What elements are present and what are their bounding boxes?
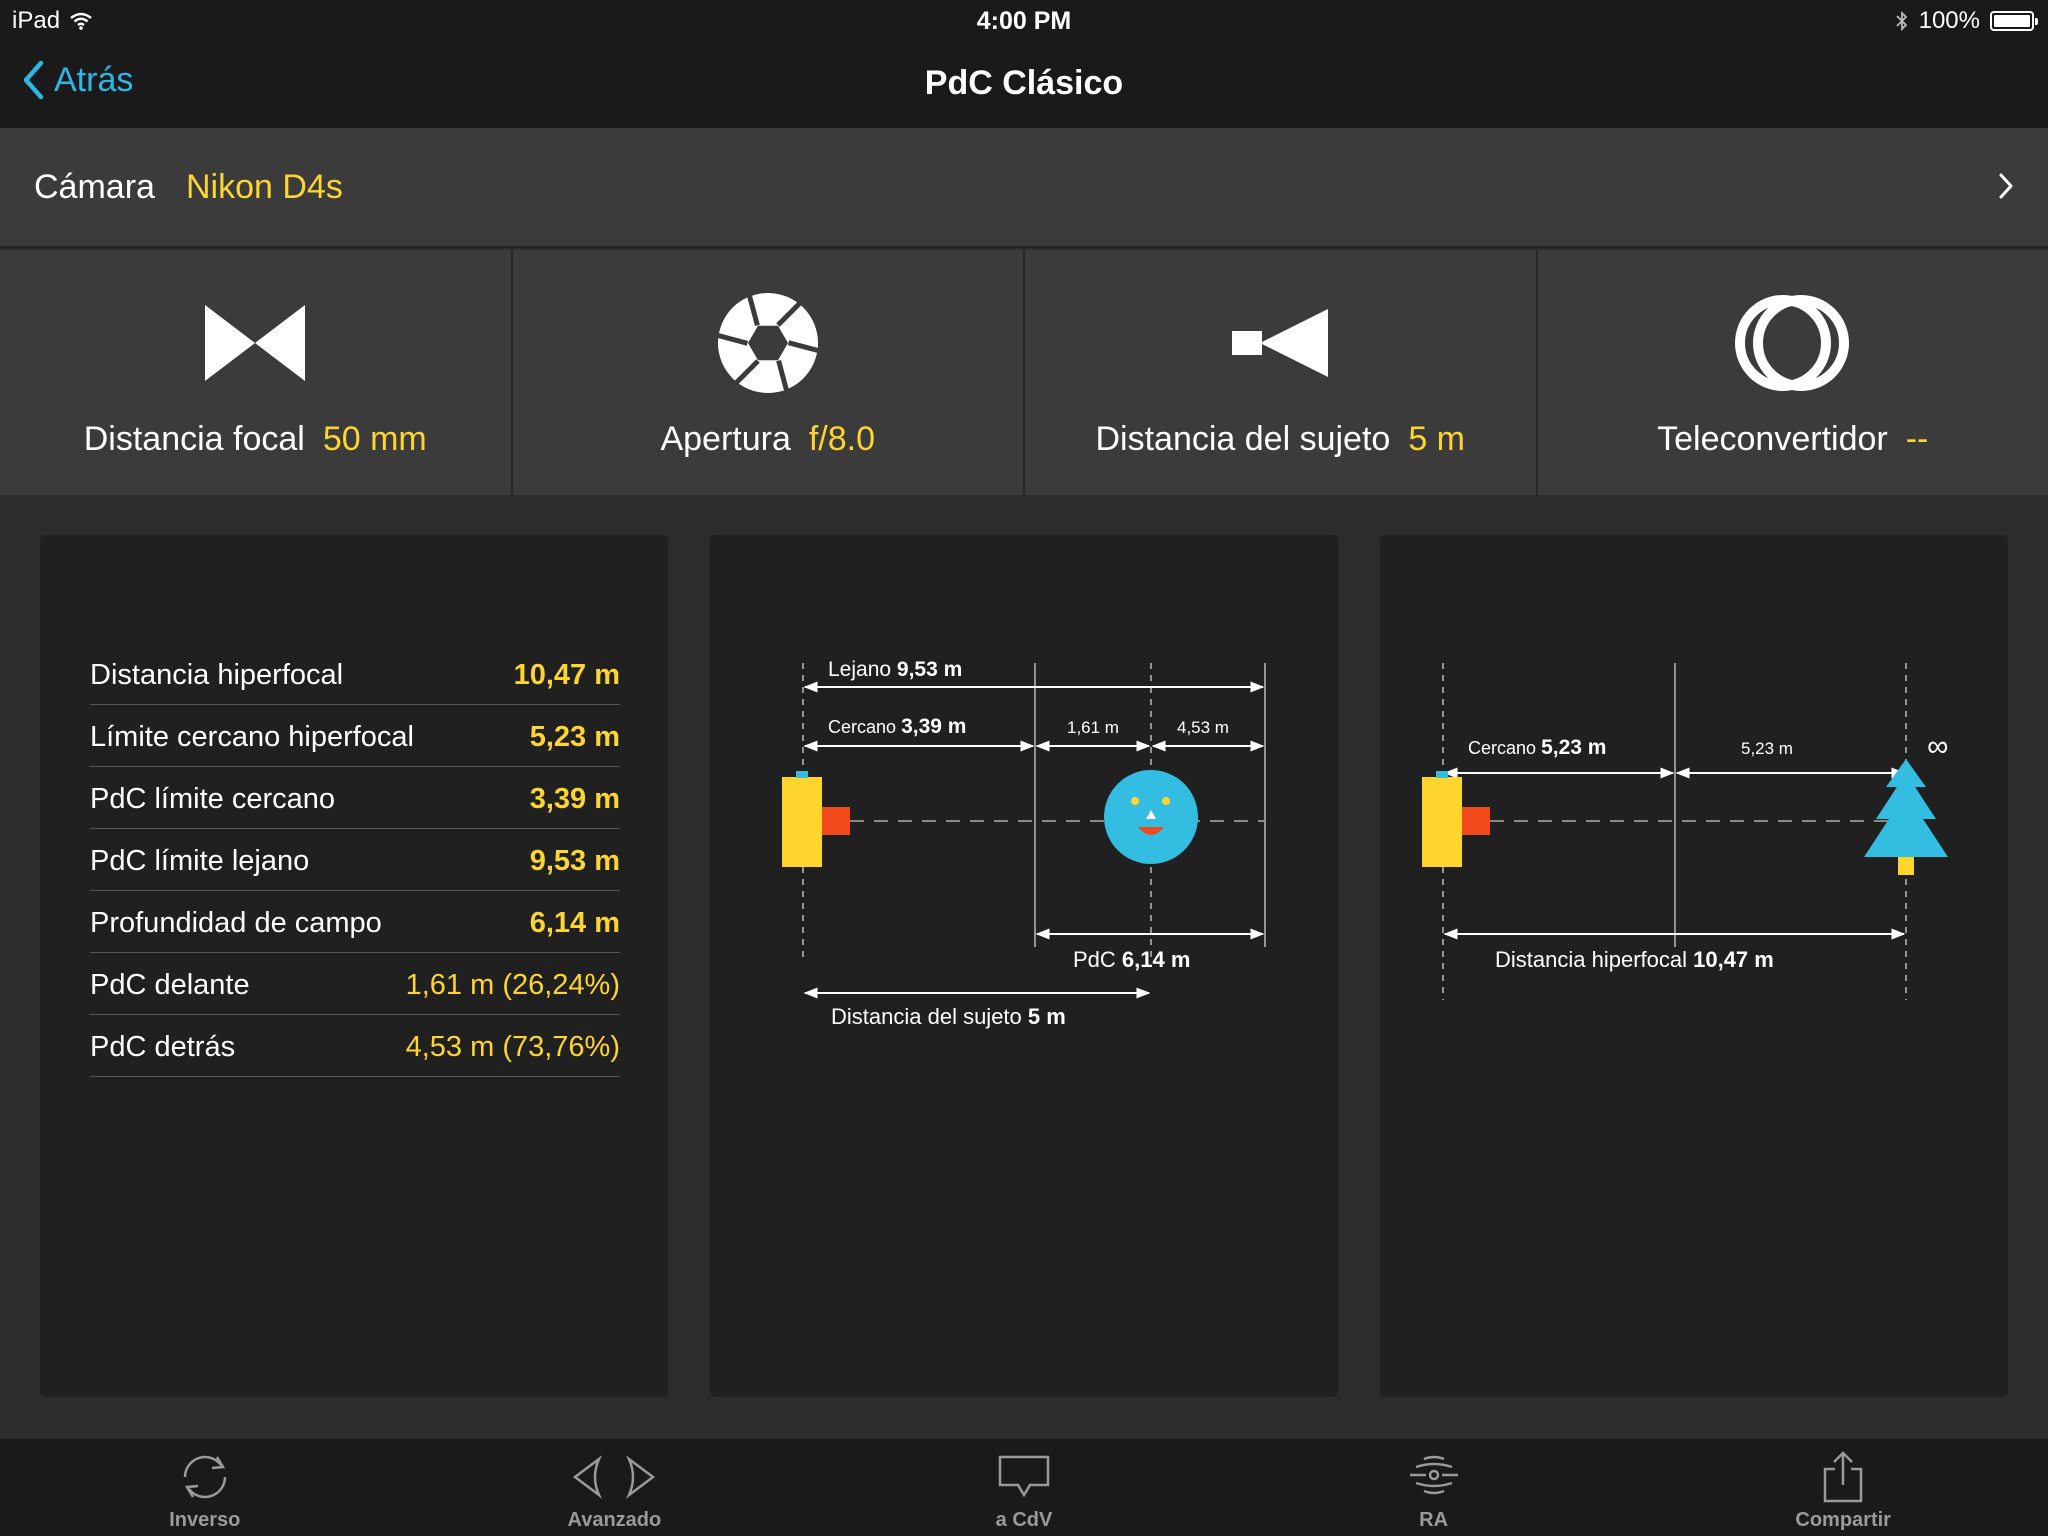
focal-length-value: 50 mm	[322, 420, 427, 458]
camera-lens	[1462, 807, 1490, 835]
page-title: PdC Clásico	[924, 64, 1124, 102]
result-value: 6,14 m	[529, 907, 620, 939]
share-icon	[1638, 1449, 2048, 1505]
teleconverter-value: --	[1905, 420, 1929, 458]
aperture-icon	[513, 288, 1024, 398]
result-value: 10,47 m	[513, 659, 620, 691]
aperture-value: f/8.0	[808, 420, 876, 458]
result-row: PdC detrás 4,53 m (73,76%)	[90, 1015, 620, 1077]
hyper-near-label: Cercano 5,23 m	[1468, 736, 1606, 759]
result-label: Profundidad de campo	[90, 907, 382, 939]
ar-icon	[1229, 1449, 1639, 1505]
param-focal-length[interactable]: Distancia focal 50 mm	[0, 250, 513, 495]
far-label: Lejano 9,53 m	[828, 658, 962, 681]
camera-lens	[822, 807, 850, 835]
tab-inverse[interactable]: Inverso	[0, 1439, 410, 1536]
dof-diagram-card: Lejano 9,53 m Cercano 3,39 m 1,61 m 4,53…	[710, 535, 1338, 1397]
hyperfocal-diagram-card: Cercano 5,23 m 5,23 m ∞ Distancia hiperf…	[1380, 535, 2008, 1397]
results-card: Distancia hiperfocal 10,47 m Límite cerca…	[40, 535, 668, 1397]
to-fov-icon	[819, 1449, 1229, 1505]
tree-icon	[1864, 759, 1948, 875]
camera-body	[782, 777, 822, 867]
tab-bar: Inverso Avanzado a CdV RA Compartir	[0, 1439, 2048, 1536]
param-teleconverter[interactable]: Teleconvertidor --	[1537, 250, 2048, 495]
focal-length-icon	[0, 288, 511, 398]
battery-percent: 100%	[1918, 7, 1980, 34]
tab-label: a CdV	[995, 1509, 1053, 1531]
result-label: PdC límite lejano	[90, 845, 310, 877]
subject-distance-label: Distancia del sujeto 5 m	[831, 1004, 1066, 1029]
tab-advanced[interactable]: Avanzado	[410, 1439, 820, 1536]
subject-distance-label: Distancia del sujeto	[1095, 420, 1391, 458]
tab-label: Compartir	[1795, 1509, 1891, 1531]
param-aperture[interactable]: Apertura f/8.0	[512, 250, 1025, 495]
tab-share[interactable]: Compartir	[1638, 1439, 2048, 1536]
teleconverter-icon	[1538, 288, 2048, 398]
bluetooth-icon	[1895, 10, 1907, 32]
status-bar: iPad 4:00 PM 100%	[0, 0, 2048, 42]
content-area: Distancia hiperfocal 10,47 m Límite cerca…	[0, 495, 2048, 1439]
infinity-symbol: ∞	[1927, 730, 1948, 763]
near-label: Cercano 3,39 m	[828, 715, 966, 738]
camera-value: Nikon D4s	[186, 168, 343, 206]
dof-diagram: Lejano 9,53 m Cercano 3,39 m 1,61 m 4,53…	[782, 658, 1266, 1029]
camera-row[interactable]: Cámara Nikon D4s	[0, 128, 2048, 248]
teleconverter-label: Teleconvertidor	[1657, 420, 1888, 458]
camera-body	[1422, 777, 1462, 867]
aperture-label: Apertura	[660, 420, 791, 458]
navigation-bar: Atrás PdC Clásico	[0, 42, 2048, 128]
result-value: 9,53 m	[529, 845, 620, 877]
inverse-icon	[0, 1449, 410, 1505]
focal-length-label: Distancia focal	[83, 420, 305, 458]
results-list: Distancia hiperfocal 10,47 m Límite cerca…	[90, 643, 620, 1077]
tab-ar[interactable]: RA	[1229, 1439, 1639, 1536]
chevron-right-icon	[1999, 173, 2013, 199]
result-row: Distancia hiperfocal 10,47 m	[90, 643, 620, 705]
result-label: Distancia hiperfocal	[90, 659, 344, 691]
front-label: 1,61 m	[1067, 718, 1119, 737]
result-row: PdC delante 1,61 m (26,24%)	[90, 953, 620, 1015]
result-value: 3,39 m	[529, 783, 620, 815]
result-label: PdC delante	[90, 969, 250, 1001]
camera-top	[1436, 771, 1448, 778]
hyper-half-label: 5,23 m	[1741, 739, 1793, 758]
status-right: 100%	[1895, 7, 2038, 35]
behind-label: 4,53 m	[1177, 718, 1229, 737]
param-subject-distance[interactable]: Distancia del sujeto 5 m	[1025, 250, 1538, 495]
battery-icon	[1990, 11, 2038, 31]
result-row: PdC límite lejano 9,53 m	[90, 829, 620, 891]
parameters-row: Distancia focal 50 mm Apertura f/8.0 Dis…	[0, 250, 2048, 495]
camera-top	[796, 771, 808, 778]
result-value: 1,61 m (26,24%)	[405, 969, 620, 1001]
result-value: 5,23 m	[529, 721, 620, 753]
result-label: Límite cercano hiperfocal	[90, 721, 414, 753]
result-value: 4,53 m (73,76%)	[405, 1031, 620, 1063]
hyperfocal-diagram: Cercano 5,23 m 5,23 m ∞ Distancia hiperf…	[1422, 663, 1948, 1000]
result-row: Profundidad de campo 6,14 m	[90, 891, 620, 953]
camera-label: Cámara	[34, 168, 155, 206]
subject-distance-value: 5 m	[1408, 420, 1465, 458]
dof-label: PdC 6,14 m	[1073, 947, 1190, 972]
tab-label: Inverso	[169, 1509, 241, 1531]
result-label: PdC límite cercano	[90, 783, 335, 815]
tab-label: RA	[1419, 1509, 1449, 1531]
advanced-icon	[410, 1449, 820, 1505]
subject-distance-icon	[1025, 288, 1536, 398]
status-time: 4:00 PM	[976, 7, 1072, 35]
hyperfocal-label: Distancia hiperfocal 10,47 m	[1495, 947, 1774, 972]
result-row: PdC límite cercano 3,39 m	[90, 767, 620, 829]
result-label: PdC detrás	[90, 1031, 236, 1063]
tab-to-fov[interactable]: a CdV	[819, 1439, 1229, 1536]
result-row: Límite cercano hiperfocal 5,23 m	[90, 705, 620, 767]
tab-label: Avanzado	[567, 1509, 662, 1531]
